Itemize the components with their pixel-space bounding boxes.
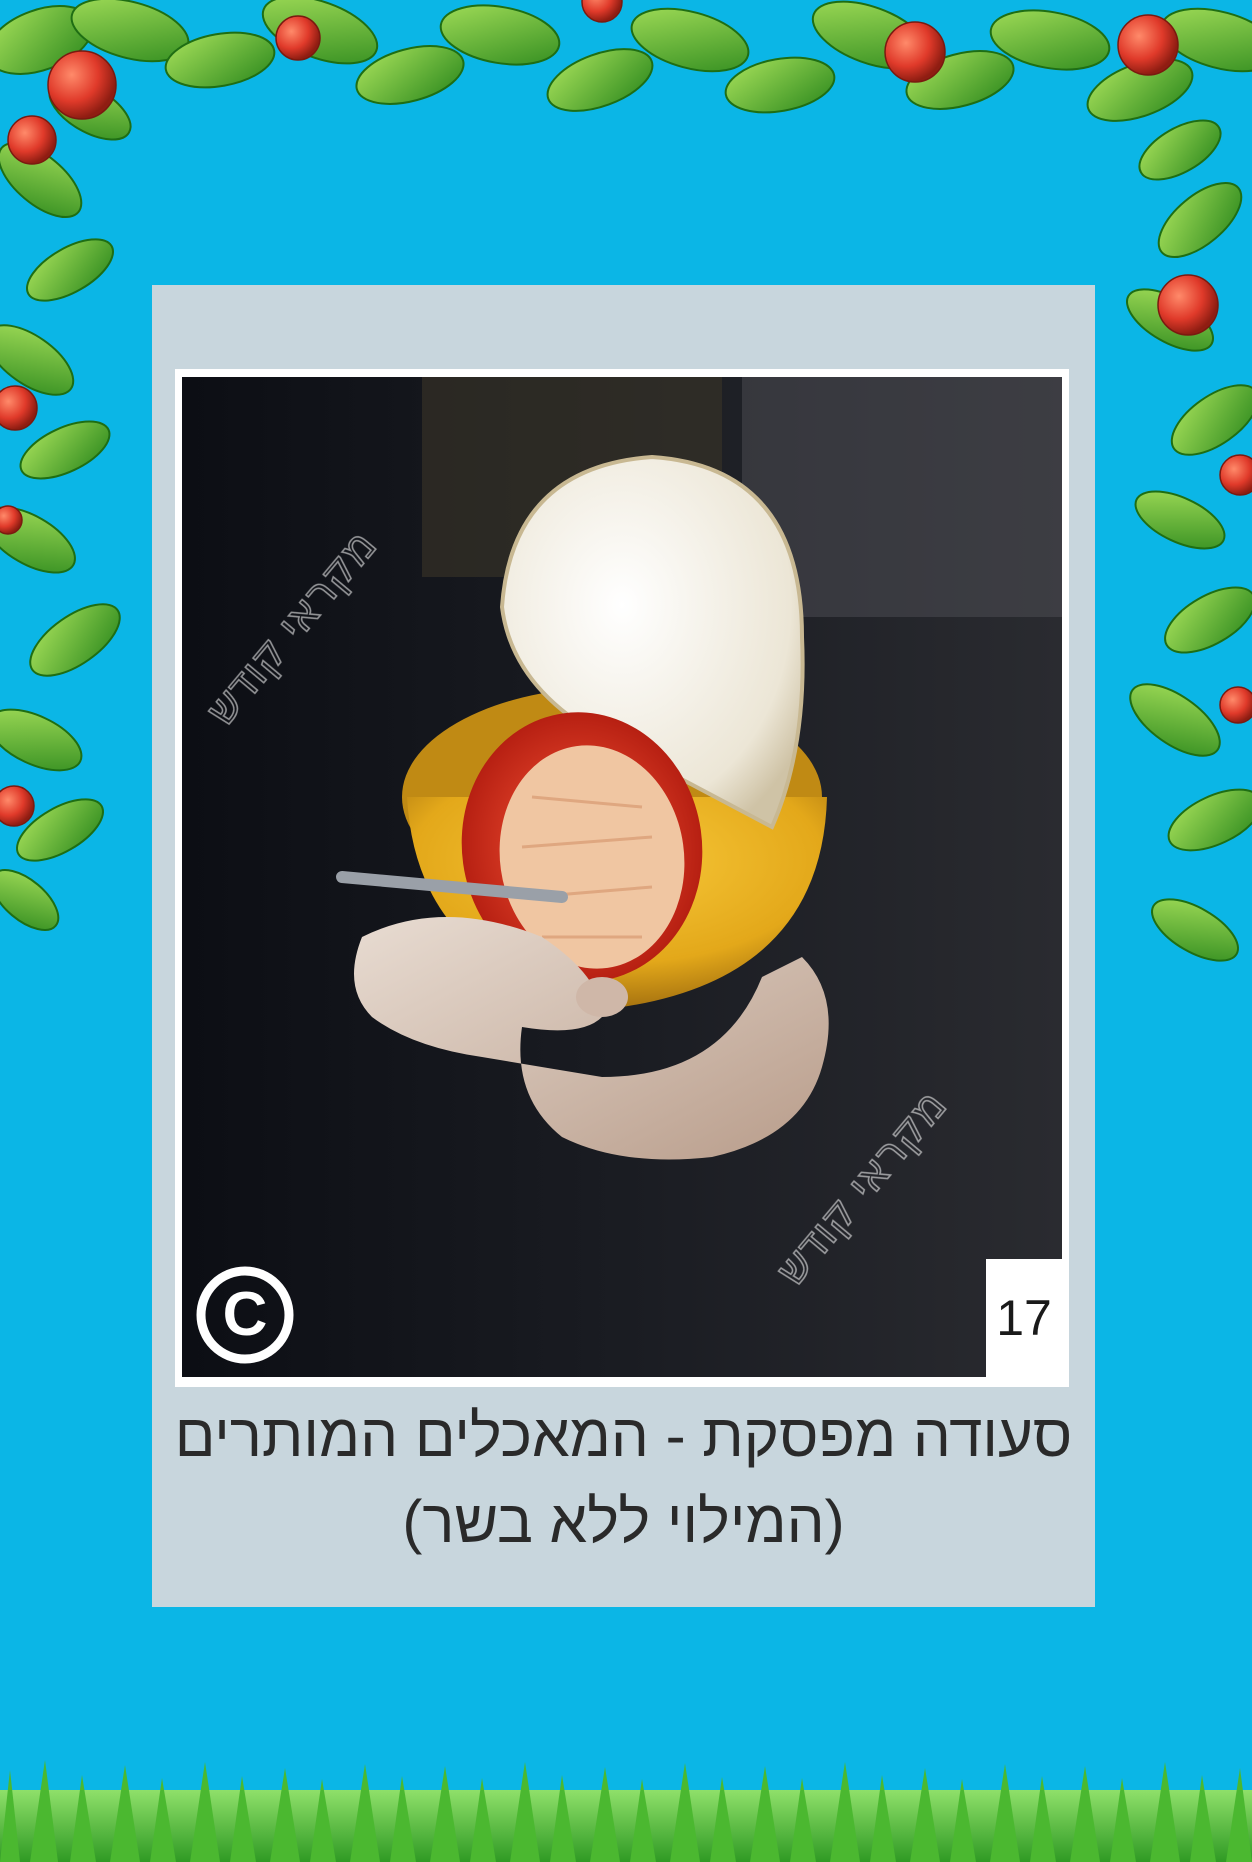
photo-stuffed-pepper-bowl: C מקראי קודש מקראי קודש 17 [182, 377, 1062, 1377]
flash-card: C מקראי קודש מקראי קודש 17 סעודה מפסקת -… [152, 285, 1095, 1607]
photo-illustration: C מקראי קודש מקראי קודש [182, 377, 1062, 1377]
card-number-badge: 17 [986, 1259, 1062, 1377]
caption-line-1: סעודה מפסקת - המאכלים המותרים [174, 1402, 1073, 1469]
card-caption: סעודה מפסקת - המאכלים המותרים (המילוי לל… [152, 1393, 1095, 1565]
leaf-cluster-top [0, 0, 1252, 181]
card-number: 17 [996, 1290, 1052, 1346]
grass-decoration [0, 1760, 1252, 1862]
svg-text:C: C [223, 1280, 268, 1349]
photo-frame: C מקראי קודש מקראי קודש 17 [175, 369, 1069, 1387]
caption-line-2: (המילוי ללא בשר) [402, 1488, 845, 1555]
